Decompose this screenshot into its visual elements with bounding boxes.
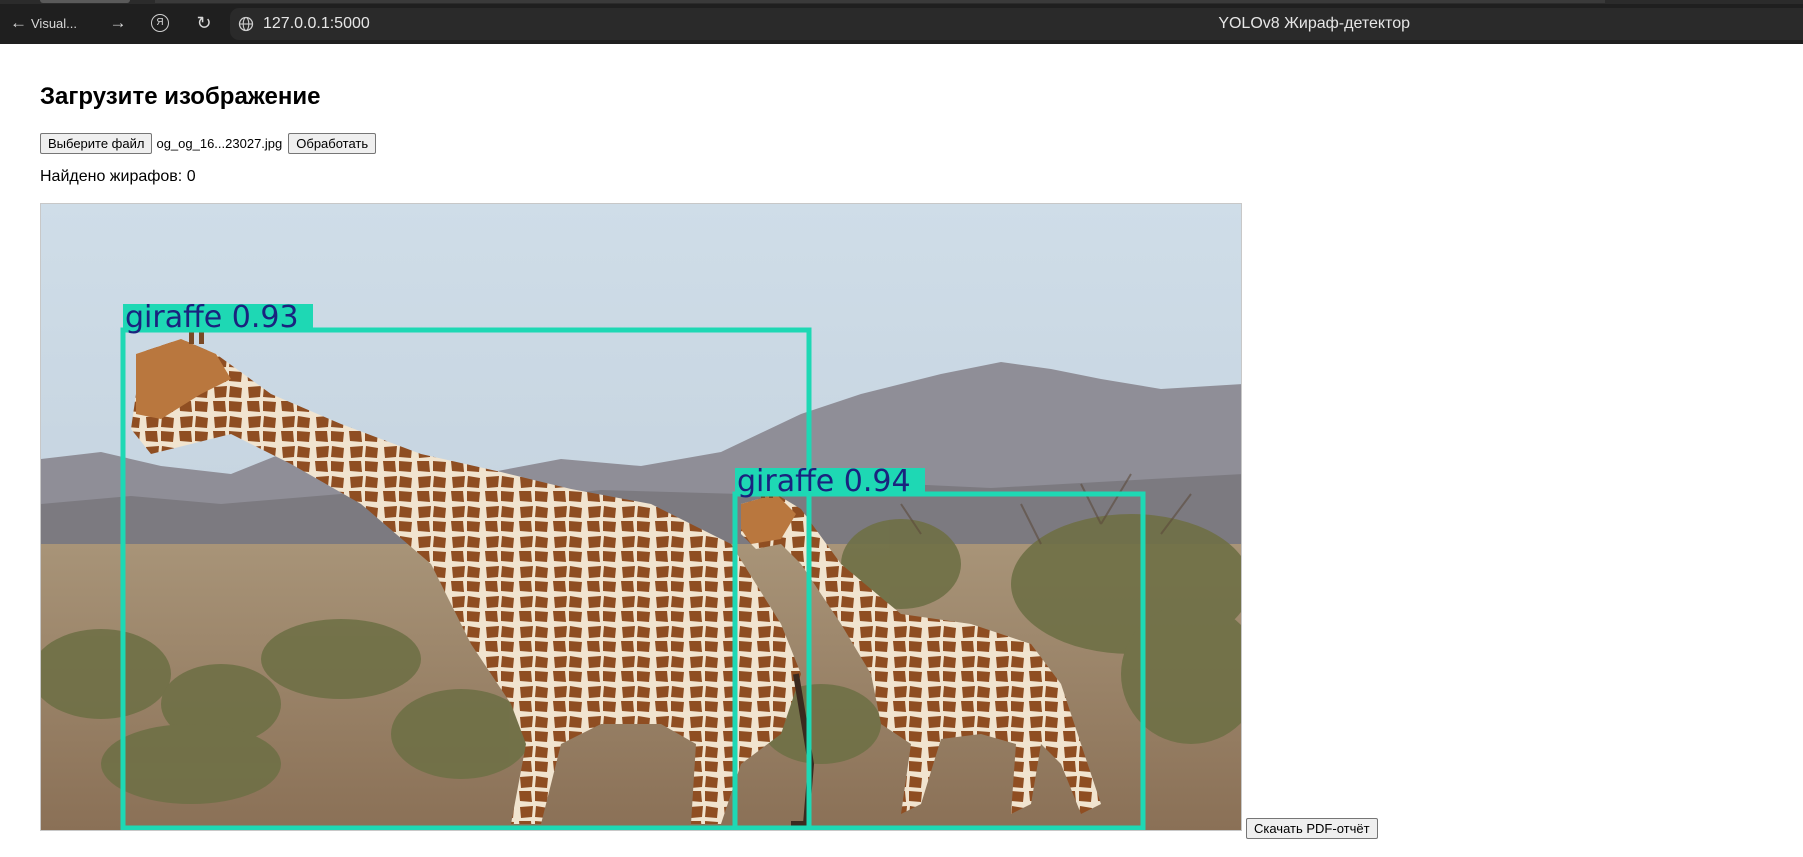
page-heading: Загрузите изображение [40,83,321,110]
tab-strip [155,0,1605,3]
yandex-icon: Я [151,14,169,32]
detection-label-1: giraffe 0.93 [125,300,299,335]
tab-indicator [40,0,130,3]
back-button[interactable]: ← Visual... [10,10,88,36]
result-image-canvas: giraffe 0.93 giraffe 0.94 [41,204,1241,830]
browser-toolbar: ← Visual... → Я ↻ 127.0.0.1:5000 YOLOv8 … [0,0,1803,44]
page-title-text: YOLOv8 Жираф-детектор [1218,15,1410,32]
download-pdf-button[interactable]: Скачать PDF-отчёт [1246,818,1378,839]
upload-form: Выберите файл og_og_16...23027.jpg Обраб… [40,132,377,154]
selected-file-name: og_og_16...23027.jpg [156,135,283,151]
back-button-label: Visual... [31,15,78,31]
reload-button[interactable]: ↻ [191,10,217,36]
choose-file-button[interactable]: Выберите файл [40,132,153,154]
reload-icon: ↻ [196,12,212,33]
detection-label-2: giraffe 0.94 [737,464,911,499]
yandex-button[interactable]: Я [147,10,173,36]
result-image: giraffe 0.93 giraffe 0.94 [40,203,1242,831]
address-bar[interactable]: 127.0.0.1:5000 YOLOv8 Жираф-детектор [230,8,1803,40]
giraffe-count-text: Найдено жирафов: 0 [40,168,196,185]
process-button[interactable]: Обработать [288,132,377,154]
back-arrow-icon: ← [10,13,27,32]
forward-button[interactable]: → [105,10,131,36]
forward-arrow-icon: → [109,13,127,32]
